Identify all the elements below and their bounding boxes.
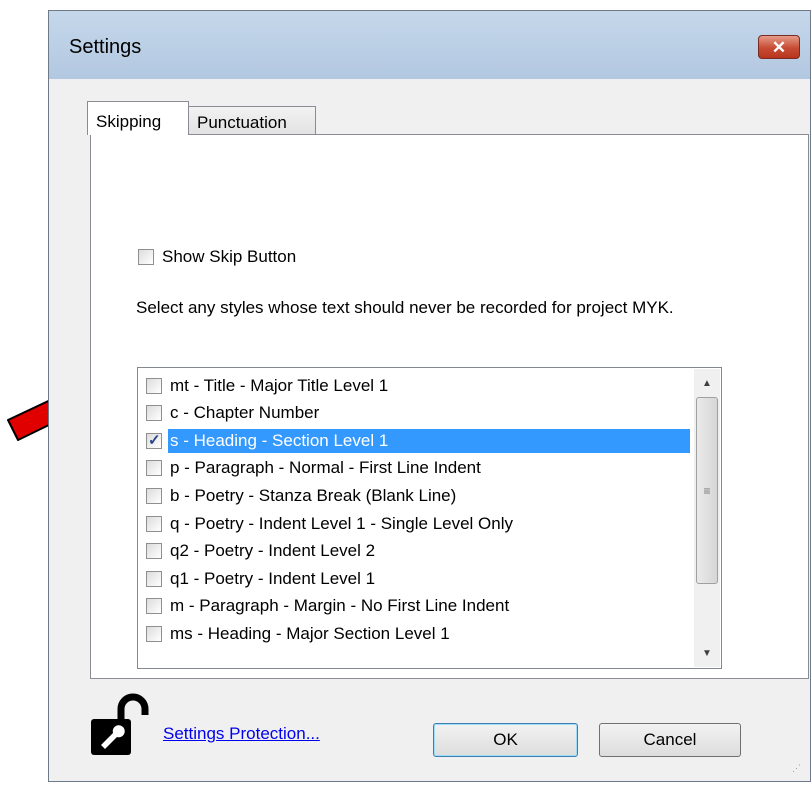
list-item[interactable]: ms - Heading - Major Section Level 1 [140,620,690,647]
list-item-checkbox[interactable] [146,405,162,422]
skipping-tab-panel: Show Skip Button Select any styles whose… [90,134,809,679]
show-skip-checkbox[interactable] [138,249,154,265]
list-item-checkbox[interactable] [146,625,162,642]
list-item-label: c - Chapter Number [170,403,320,423]
list-item-checkbox[interactable] [146,377,162,394]
window-title: Settings [69,36,142,58]
tab-punctuation[interactable]: Punctuation [188,106,316,135]
list-item[interactable]: q1 - Poetry - Indent Level 1 [140,565,690,592]
list-item[interactable]: p - Paragraph - Normal - First Line Inde… [140,455,690,482]
title-bar: Settings ✕ [49,11,810,79]
tab-skipping[interactable]: Skipping [87,101,189,135]
styles-checklist[interactable]: mt - Title - Major Title Level 1 c - Chap… [137,367,722,669]
scroll-up-icon[interactable]: ▲ [694,371,720,395]
tab-punctuation-label: Punctuation [197,113,287,132]
list-item-label: mt - Title - Major Title Level 1 [170,375,389,395]
vertical-scrollbar[interactable]: ▲ ≡ ▼ [694,369,720,667]
list-item-checkbox[interactable] [146,460,162,477]
list-item-label: p - Paragraph - Normal - First Line Inde… [170,458,481,478]
list-item-checkbox[interactable] [146,543,162,560]
list-item-checkbox[interactable] [146,570,162,587]
list-item-label: q - Poetry - Indent Level 1 - Single Lev… [170,513,514,533]
ok-button[interactable]: OK [433,723,578,757]
list-item[interactable]: q2 - Poetry - Indent Level 2 [140,538,690,565]
list-item-label: q2 - Poetry - Indent Level 2 [170,541,376,561]
list-item-label: m - Paragraph - Margin - No First Line I… [170,596,510,616]
close-button[interactable]: ✕ [758,35,800,59]
list-item[interactable]: m - Paragraph - Margin - No First Line I… [140,593,690,620]
list-item-label: s - Heading - Section Level 1 [168,428,690,453]
scroll-down-icon[interactable]: ▼ [694,641,720,665]
list-item[interactable]: c - Chapter Number [140,400,690,427]
cancel-button[interactable]: Cancel [599,723,741,757]
tab-skipping-label: Skipping [96,112,162,131]
list-item[interactable]: b - Poetry - Stanza Break (Blank Line) [140,482,690,509]
list-item-label: b - Poetry - Stanza Break (Blank Line) [170,485,457,505]
settings-dialog: Settings ✕ Skipping Punctuation Show Ski… [48,10,811,782]
list-item-checkbox[interactable] [146,431,162,449]
unlocked-padlock-icon[interactable] [91,693,153,757]
styles-description: Select any styles whose text should neve… [136,298,674,317]
list-item-checkbox[interactable] [146,515,162,532]
list-item-label: ms - Heading - Major Section Level 1 [170,623,450,643]
list-item-label: q1 - Poetry - Indent Level 1 [170,568,376,588]
list-item[interactable]: s - Heading - Section Level 1 [140,427,690,454]
dialog-client-area: Skipping Punctuation Show Skip Button Se… [57,79,809,773]
show-skip-label: Show Skip Button [162,247,297,266]
list-item[interactable]: q - Poetry - Indent Level 1 - Single Lev… [140,510,690,537]
settings-protection-link[interactable]: Settings Protection... [163,724,320,744]
resize-grip-icon[interactable]: ⋰ [792,763,806,777]
list-item-checkbox[interactable] [146,487,162,504]
scroll-thumb[interactable]: ≡ [696,397,718,584]
close-icon: ✕ [771,37,787,57]
list-item-checkbox[interactable] [146,598,162,615]
show-skip-option[interactable]: Show Skip Button [138,247,296,267]
list-item[interactable]: mt - Title - Major Title Level 1 [140,372,690,399]
